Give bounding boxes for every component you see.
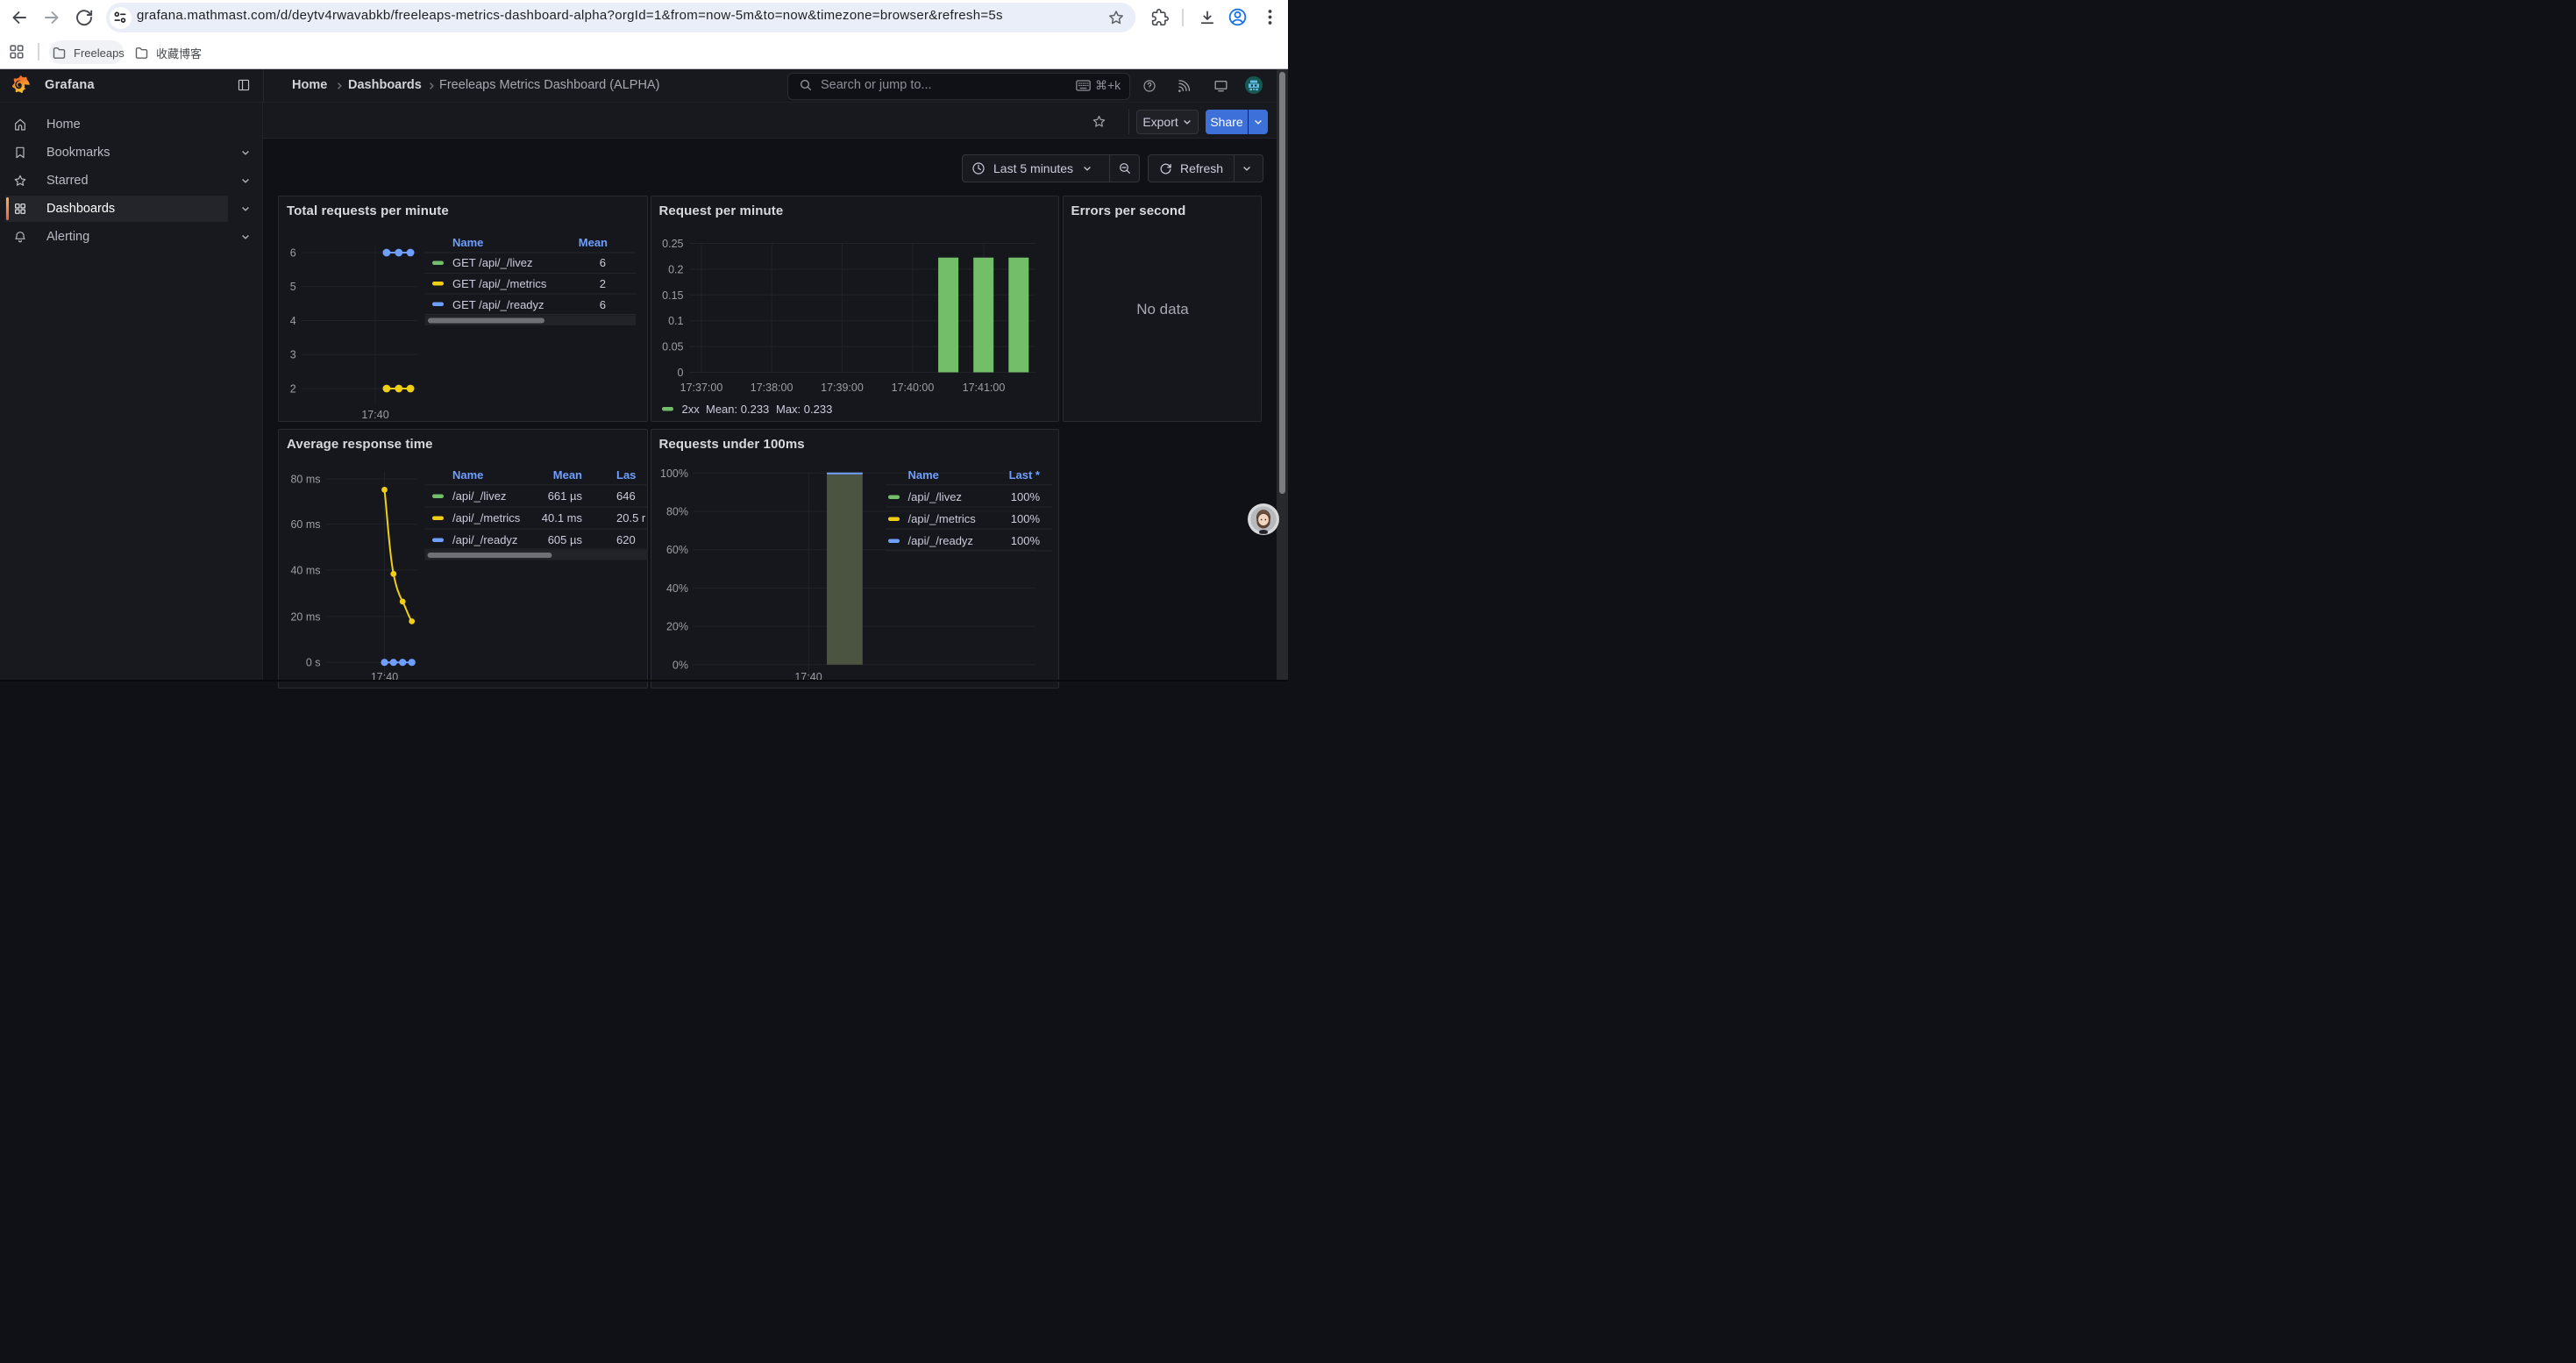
svg-text:Mean: 0.233: Mean: 0.233 (706, 403, 769, 416)
svg-text:2: 2 (600, 277, 606, 290)
svg-text:Max: 0.233: Max: 0.233 (776, 403, 832, 416)
svg-text:0.25: 0.25 (662, 238, 683, 250)
svg-text:100%: 100% (1010, 512, 1040, 525)
svg-text:0 s: 0 s (306, 657, 321, 669)
svg-text:/api/_/readyz: /api/_/readyz (452, 533, 517, 546)
svg-text:6: 6 (600, 298, 606, 311)
svg-text:6: 6 (600, 256, 606, 269)
svg-text:Last *: Last * (1008, 468, 1040, 482)
svg-text:100%: 100% (660, 467, 688, 480)
svg-text:17:37:00: 17:37:00 (680, 382, 722, 394)
svg-text:620: 620 (616, 533, 636, 546)
svg-text:17:39:00: 17:39:00 (821, 382, 864, 394)
svg-text:40%: 40% (665, 582, 687, 595)
svg-text:0: 0 (677, 367, 683, 379)
svg-text:20.5 r: 20.5 r (616, 511, 646, 525)
svg-text:80 ms: 80 ms (290, 474, 320, 486)
svg-text:60 ms: 60 ms (290, 518, 320, 531)
svg-text:5: 5 (290, 281, 296, 293)
svg-text:60%: 60% (665, 544, 687, 556)
svg-text:GET /api/_/readyz: GET /api/_/readyz (452, 298, 544, 311)
svg-text:17:40:00: 17:40:00 (891, 382, 934, 394)
svg-text:0.2: 0.2 (668, 263, 683, 275)
svg-text:100%: 100% (1010, 534, 1040, 547)
svg-text:605 µs: 605 µs (548, 533, 583, 546)
svg-text:Las: Las (616, 468, 636, 482)
svg-text:20 ms: 20 ms (290, 610, 320, 623)
svg-text:0.05: 0.05 (662, 341, 683, 353)
svg-text:646: 646 (616, 489, 636, 503)
svg-text:20%: 20% (665, 621, 687, 633)
svg-text:/api/_/livez: /api/_/livez (452, 489, 506, 503)
svg-text:Mean: Mean (579, 236, 608, 249)
svg-text:0.1: 0.1 (668, 315, 683, 327)
svg-text:Name: Name (452, 468, 483, 482)
svg-text:/api/_/metrics: /api/_/metrics (452, 511, 521, 525)
svg-text:4: 4 (290, 315, 296, 327)
svg-text:80%: 80% (665, 506, 687, 518)
svg-text:2xx: 2xx (681, 403, 700, 416)
svg-text:Name: Name (907, 468, 938, 482)
svg-text:17:41:00: 17:41:00 (962, 382, 1005, 394)
svg-text:17:40: 17:40 (361, 409, 388, 421)
svg-text:Mean: Mean (553, 468, 582, 482)
svg-text:40.1 ms: 40.1 ms (542, 511, 583, 525)
svg-text:661 µs: 661 µs (548, 489, 583, 503)
svg-text:/api/_/readyz: /api/_/readyz (907, 534, 972, 547)
svg-text:40 ms: 40 ms (290, 564, 320, 576)
svg-text:6: 6 (290, 247, 296, 260)
svg-text:GET /api/_/livez: GET /api/_/livez (452, 256, 533, 269)
svg-text:3: 3 (290, 349, 296, 361)
svg-text:17:38:00: 17:38:00 (750, 382, 793, 394)
svg-text:Name: Name (452, 236, 483, 249)
svg-text:/api/_/livez: /api/_/livez (907, 490, 961, 503)
svg-text:0%: 0% (672, 659, 687, 671)
svg-text:0.15: 0.15 (662, 289, 683, 302)
svg-text:/api/_/metrics: /api/_/metrics (907, 512, 976, 525)
svg-text:GET /api/_/metrics: GET /api/_/metrics (452, 277, 547, 290)
svg-text:2: 2 (290, 383, 296, 396)
svg-text:100%: 100% (1010, 490, 1040, 503)
